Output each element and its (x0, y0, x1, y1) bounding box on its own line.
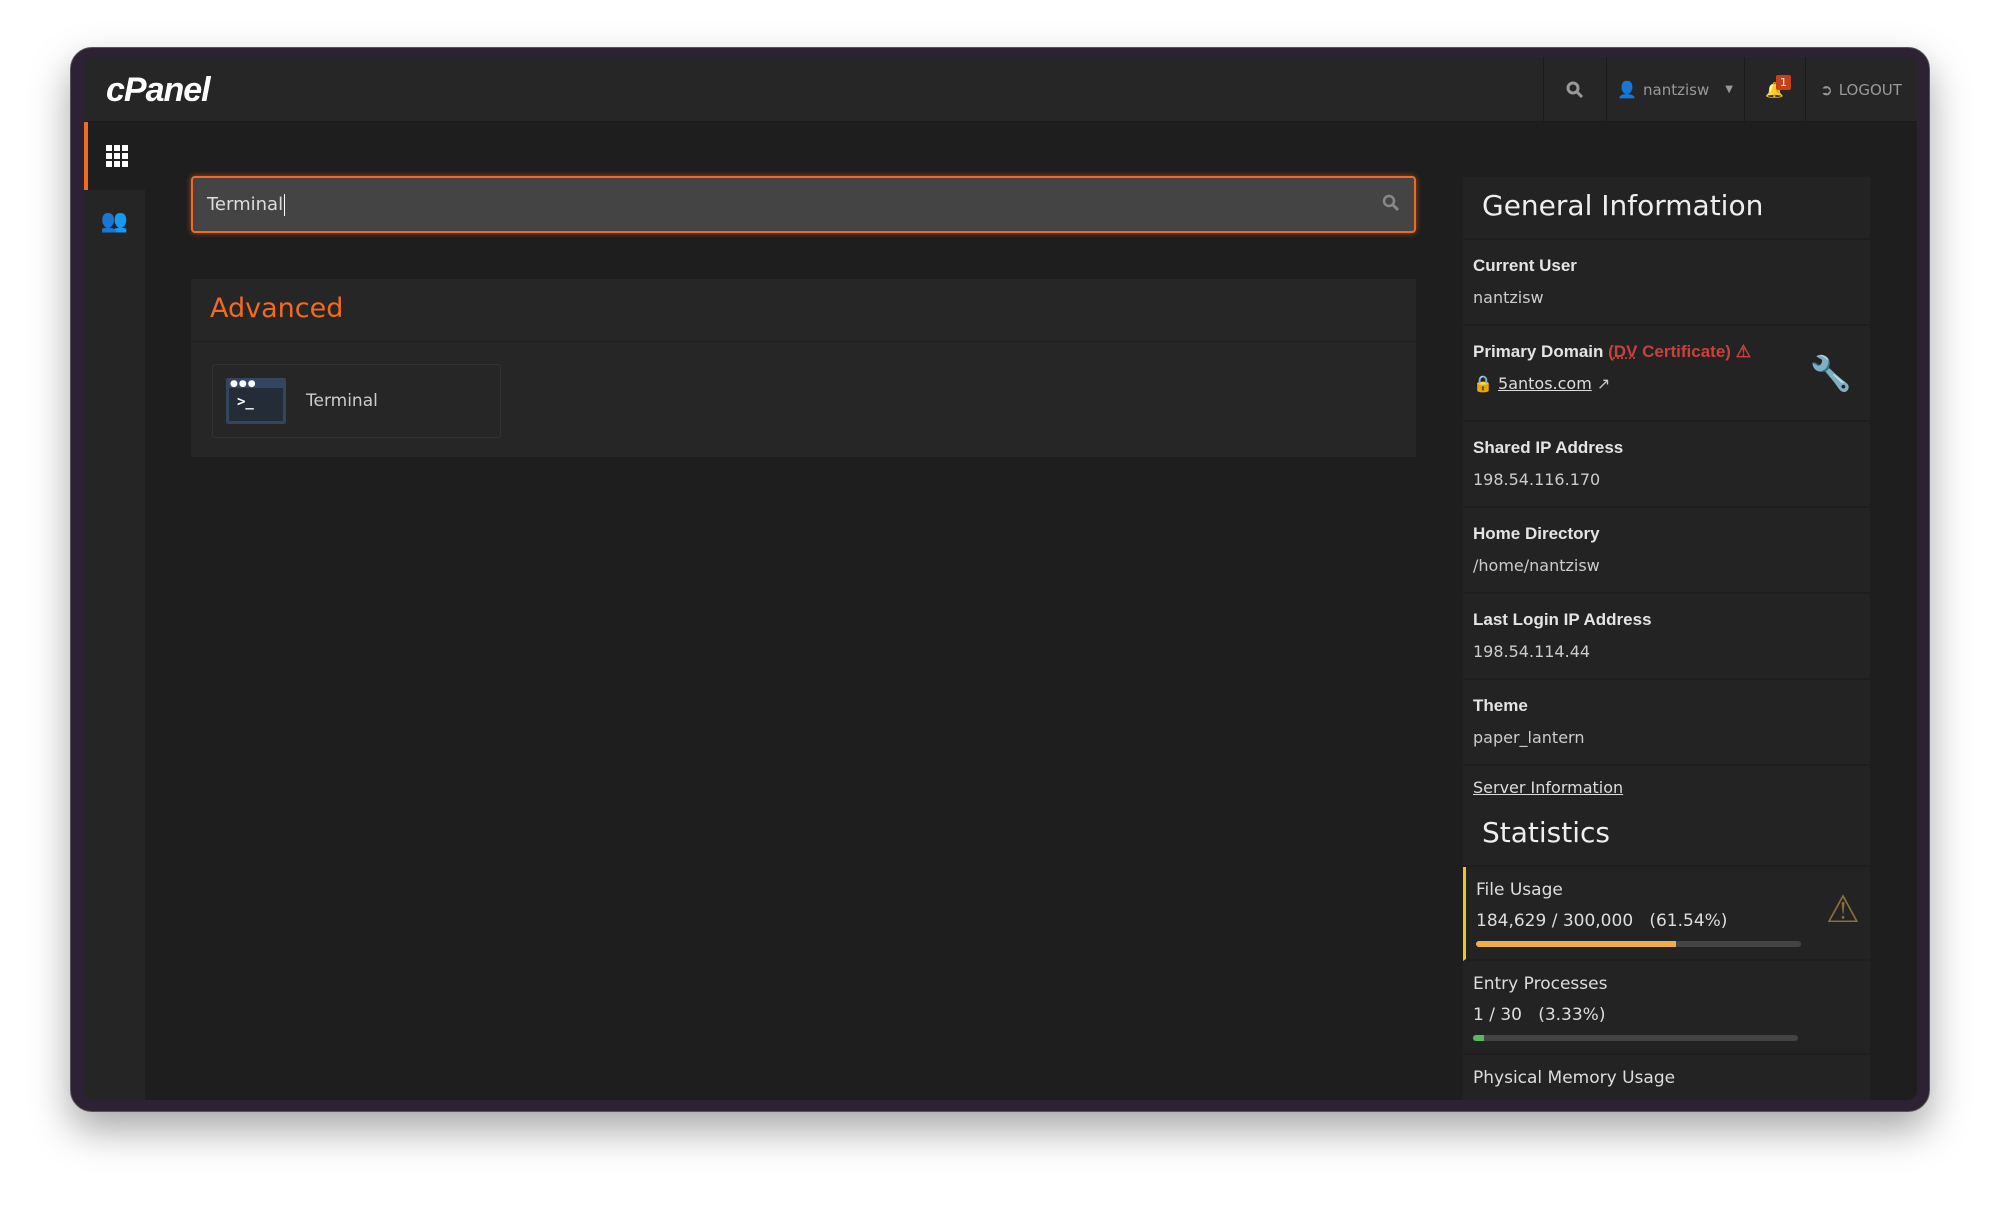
server-information-link[interactable]: Server Information (1473, 778, 1623, 797)
notifications-button[interactable]: 🔔 (1744, 57, 1805, 122)
panel-title: Statistics (1463, 804, 1870, 867)
stat-file-usage[interactable]: File Usage 184,629 / 300,000 (61.54%) ⚠ (1463, 867, 1870, 961)
caret-down-icon: ▼ (1725, 84, 1733, 95)
wrench-icon[interactable]: 🔧 (1810, 354, 1852, 394)
theme-row: Theme paper_lantern (1463, 680, 1870, 766)
users-icon: 👥 (100, 208, 129, 234)
user-icon: 👤 (1617, 80, 1637, 99)
cpanel-logo[interactable]: cPanel (106, 71, 211, 110)
panel-title: General Information (1463, 177, 1870, 240)
logout-button[interactable]: ➲ LOGOUT (1805, 57, 1917, 122)
sidebar-item-users[interactable]: 👥 (84, 190, 145, 252)
current-user-row: Current User nantzisw (1463, 240, 1870, 326)
shared-ip-row: Shared IP Address 198.54.116.170 (1463, 422, 1870, 508)
progress-bar (1476, 941, 1801, 947)
terminal-icon: ●●● >_ (226, 378, 286, 424)
general-information-panel: General Information Current User nantzisw… (1463, 177, 1870, 810)
lock-icon: 🔒 (1473, 374, 1493, 393)
tile-label: Terminal (306, 391, 378, 411)
logout-icon: ➲ (1820, 80, 1833, 99)
user-menu[interactable]: 👤 nantzisw ▼ (1606, 57, 1744, 122)
primary-domain-row: Primary Domain (DV Certificate) ⚠ 🔒 5ant… (1463, 326, 1870, 422)
results-group-advanced: Advanced ●●● >_ Terminal (191, 279, 1416, 457)
grid-icon (105, 145, 128, 167)
sidebar-item-tools[interactable] (84, 122, 145, 190)
search-icon (1566, 81, 1583, 98)
search-value: Terminal (207, 194, 284, 215)
group-title: Advanced (191, 279, 1416, 342)
statistics-panel: Statistics File Usage 184,629 / 300,000 … (1463, 804, 1870, 1100)
certificate-status[interactable]: (DV Certificate) ⚠ (1608, 342, 1751, 361)
warning-icon: ⚠ (1825, 887, 1860, 931)
home-directory-row: Home Directory/home/nantzisw (1463, 508, 1870, 594)
logout-label: LOGOUT (1838, 80, 1902, 99)
search-input[interactable]: Terminal (191, 176, 1416, 233)
progress-bar (1473, 1035, 1798, 1041)
top-header: cPanel 👤 nantzisw ▼ 🔔 1 ➲ LOGOUT (84, 57, 1917, 122)
sidebar: 👥 (84, 122, 145, 1100)
username: nantzisw (1643, 80, 1710, 99)
external-link-icon[interactable]: ↗ (1597, 374, 1610, 393)
stat-physical-memory[interactable]: Physical Memory Usage (1463, 1055, 1870, 1100)
last-login-row: Last Login IP Address 198.54.114.44 (1463, 594, 1870, 680)
notification-badge: 1 (1776, 75, 1791, 90)
search-icon (1382, 194, 1400, 212)
stat-entry-processes[interactable]: Entry Processes 1 / 30 (3.33%) (1463, 961, 1870, 1055)
search-button[interactable] (1543, 57, 1606, 122)
domain-link[interactable]: 5antos.com (1498, 374, 1592, 393)
terminal-tile[interactable]: ●●● >_ Terminal (212, 364, 501, 438)
cpanel-app: cPanel 👤 nantzisw ▼ 🔔 1 ➲ LOGOUT 👥 Termi… (84, 57, 1917, 1100)
warning-icon: ⚠ (1735, 342, 1751, 361)
